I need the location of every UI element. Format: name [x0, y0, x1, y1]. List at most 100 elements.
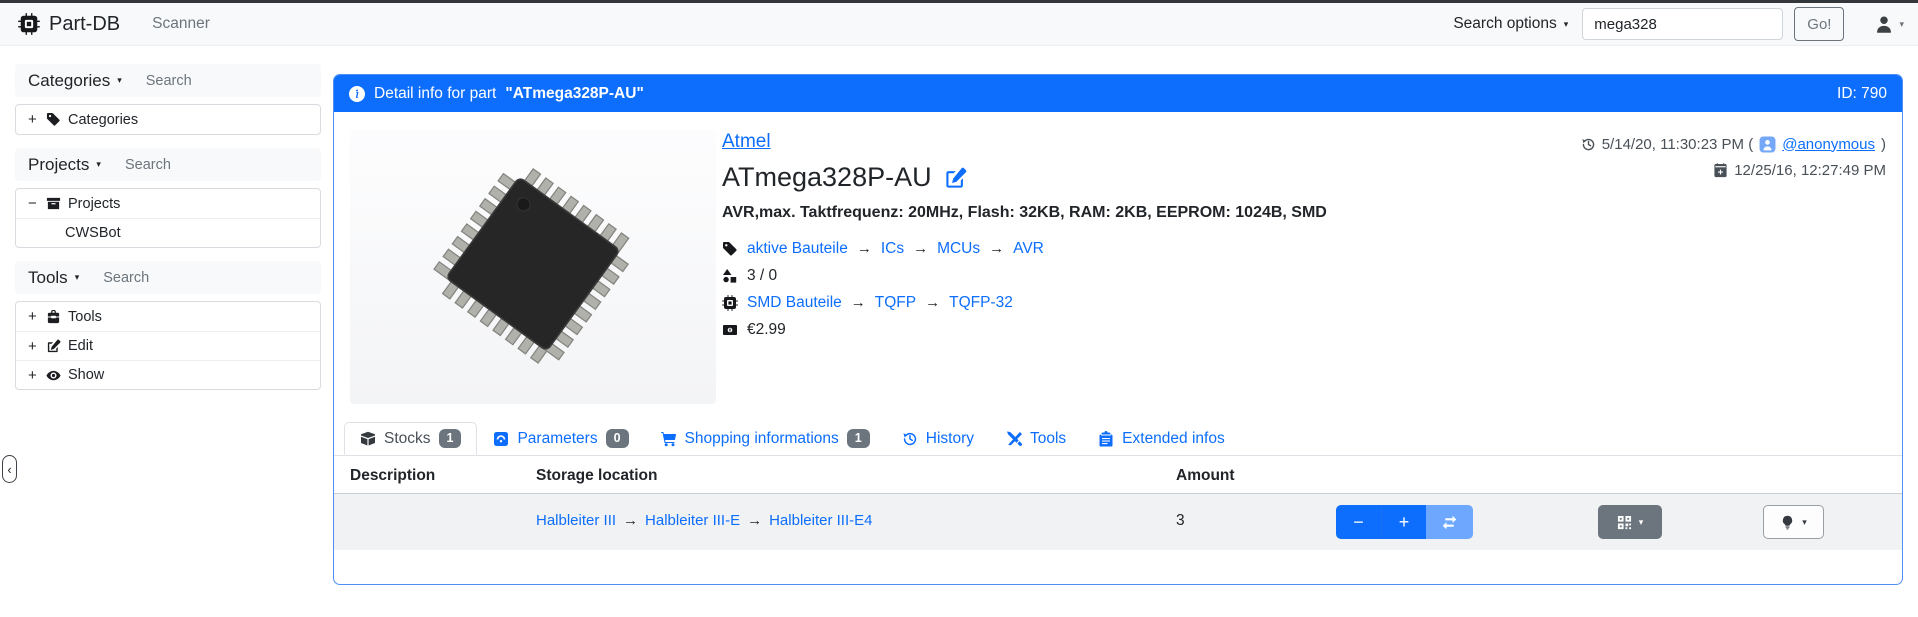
- storage-location-link[interactable]: Halbleiter III: [536, 512, 616, 529]
- tab-badge: 1: [847, 429, 870, 448]
- stock-quantity-button-group: − +: [1336, 505, 1473, 539]
- speedometer-icon: [493, 431, 509, 447]
- categories-dropdown[interactable]: Categories ▾: [28, 71, 122, 91]
- user-menu[interactable]: ▾: [1874, 14, 1904, 34]
- chevron-down-icon: ▾: [96, 160, 101, 169]
- projects-dropdown[interactable]: Projects ▾: [28, 155, 101, 175]
- tab-label: Parameters: [517, 430, 597, 448]
- modified-close-paren: ): [1881, 136, 1886, 153]
- tab-stocks[interactable]: Stocks 1: [344, 422, 477, 455]
- footprint-link[interactable]: TQFP-32: [949, 294, 1013, 312]
- projects-tree: − Projects CWSBot: [15, 188, 321, 248]
- tab-tools[interactable]: Tools: [990, 422, 1082, 455]
- tools-search-input[interactable]: [103, 270, 253, 286]
- part-meta: 5/14/20, 11:30:23 PM ( @anonymous ) 12/2…: [1581, 131, 1886, 183]
- cpu-logo-icon: [18, 13, 40, 35]
- categories-search-input[interactable]: [146, 73, 296, 89]
- search-input[interactable]: [1582, 8, 1783, 40]
- arrow-right-icon: →: [925, 294, 940, 311]
- go-button[interactable]: Go!: [1794, 7, 1844, 41]
- tree-item-tools[interactable]: + Tools: [16, 302, 320, 331]
- categories-title: Categories: [28, 71, 110, 91]
- header-part-name: "ATmega328P-AU": [505, 85, 643, 103]
- cash-icon: [722, 322, 738, 338]
- column-header-amount: Amount: [1176, 467, 1235, 485]
- category-link[interactable]: ICs: [881, 240, 904, 258]
- search-options-dropdown[interactable]: Search options ▾: [1453, 15, 1568, 33]
- qr-code-icon: [1617, 515, 1632, 530]
- tree-item-label: CWSBot: [65, 225, 121, 241]
- collapse-toggle[interactable]: −: [28, 195, 45, 212]
- increase-stock-button[interactable]: +: [1381, 505, 1426, 539]
- navbar: Part-DB Scanner Search options ▾ Go! ▾: [0, 3, 1918, 46]
- expand-toggle[interactable]: +: [28, 367, 45, 384]
- nav-item-scanner[interactable]: Scanner: [152, 15, 210, 33]
- tree-item-label: Projects: [68, 196, 120, 212]
- cpu-icon: [722, 295, 738, 311]
- categories-section-header: Categories ▾: [15, 64, 321, 97]
- tab-history[interactable]: History: [886, 422, 990, 455]
- tree-item-label: Categories: [68, 112, 138, 128]
- amount-value: 3: [1176, 512, 1185, 530]
- footprint-row: SMD Bauteile → TQFP → TQFP-32: [722, 289, 1327, 316]
- label-qr-dropdown-button[interactable]: ▾: [1598, 505, 1662, 539]
- tab-badge: 1: [439, 429, 462, 448]
- led-locate-dropdown-button[interactable]: ▾: [1763, 505, 1824, 539]
- chevron-down-icon: ▾: [1899, 20, 1904, 29]
- tab-parameters[interactable]: Parameters 0: [477, 422, 644, 455]
- eye-icon: [46, 368, 61, 383]
- tree-item-label: Tools: [68, 309, 102, 325]
- archive-icon: [46, 196, 61, 211]
- tools-tree: + Tools + Edit + Show: [15, 301, 321, 390]
- storage-location-link[interactable]: Halbleiter III-E4: [769, 512, 872, 529]
- toolbox-icon: [46, 309, 61, 324]
- expand-toggle[interactable]: +: [28, 338, 45, 355]
- tab-label: History: [926, 430, 974, 448]
- chip-illustration: [368, 142, 698, 392]
- chevron-down-icon: ▾: [75, 273, 80, 282]
- category-link[interactable]: MCUs: [937, 240, 980, 258]
- stock-table-row: Halbleiter III → Halbleiter III-E → Halb…: [334, 494, 1902, 550]
- category-link[interactable]: AVR: [1013, 240, 1044, 258]
- pencil-square-icon: [46, 339, 61, 354]
- clipboard-icon: [1098, 431, 1114, 447]
- part-image[interactable]: [350, 130, 716, 404]
- chevron-down-icon: ▾: [1639, 518, 1644, 527]
- footprint-link[interactable]: SMD Bauteile: [747, 294, 842, 312]
- part-db-page: Part-DB Scanner Search options ▾ Go! ▾ C…: [0, 0, 1918, 617]
- stock-summary: 3 / 0: [747, 267, 777, 285]
- header-text: Detail info for part: [374, 85, 496, 103]
- avatar-icon: [1759, 136, 1776, 153]
- edit-icon[interactable]: [945, 167, 967, 189]
- category-link[interactable]: aktive Bauteile: [747, 240, 848, 258]
- storage-location-link[interactable]: Halbleiter III-E: [645, 512, 740, 529]
- sidebar: Categories ▾ + Categories Projects ▾ −: [15, 64, 321, 403]
- expand-toggle[interactable]: +: [28, 308, 45, 325]
- tree-item-show[interactable]: + Show: [16, 360, 320, 389]
- part-detail-header: Detail info for part "ATmega328P-AU" ID:…: [334, 75, 1902, 112]
- clock-history-icon: [902, 431, 918, 447]
- brand-link[interactable]: Part-DB: [18, 13, 120, 36]
- tag-icon: [46, 112, 61, 127]
- box-icon: [360, 431, 376, 447]
- info-circle-icon: [349, 86, 365, 102]
- modified-user-link[interactable]: @anonymous: [1782, 136, 1875, 153]
- expand-toggle[interactable]: +: [28, 111, 45, 128]
- tree-item-cwsbot[interactable]: CWSBot: [16, 218, 320, 247]
- clock-history-icon: [1581, 137, 1596, 152]
- column-header-storage-location: Storage location: [536, 467, 657, 485]
- projects-search-input[interactable]: [125, 157, 275, 173]
- decrease-stock-button[interactable]: −: [1336, 505, 1381, 539]
- tab-extended-infos[interactable]: Extended infos: [1082, 422, 1241, 455]
- manufacturer-link[interactable]: Atmel: [722, 131, 771, 153]
- tools-dropdown[interactable]: Tools ▾: [28, 268, 79, 288]
- tab-shopping-informations[interactable]: Shopping informations 1: [645, 422, 886, 455]
- tree-item-categories[interactable]: + Categories: [16, 105, 320, 134]
- created-timestamp: 12/25/16, 12:27:49 PM: [1734, 162, 1886, 179]
- tree-item-projects[interactable]: − Projects: [16, 189, 320, 218]
- tree-item-edit[interactable]: + Edit: [16, 331, 320, 360]
- sidebar-collapse-button[interactable]: ‹: [2, 455, 17, 483]
- move-stock-button[interactable]: [1426, 505, 1473, 539]
- part-title: ATmega328P-AU: [722, 162, 932, 193]
- footprint-link[interactable]: TQFP: [875, 294, 916, 312]
